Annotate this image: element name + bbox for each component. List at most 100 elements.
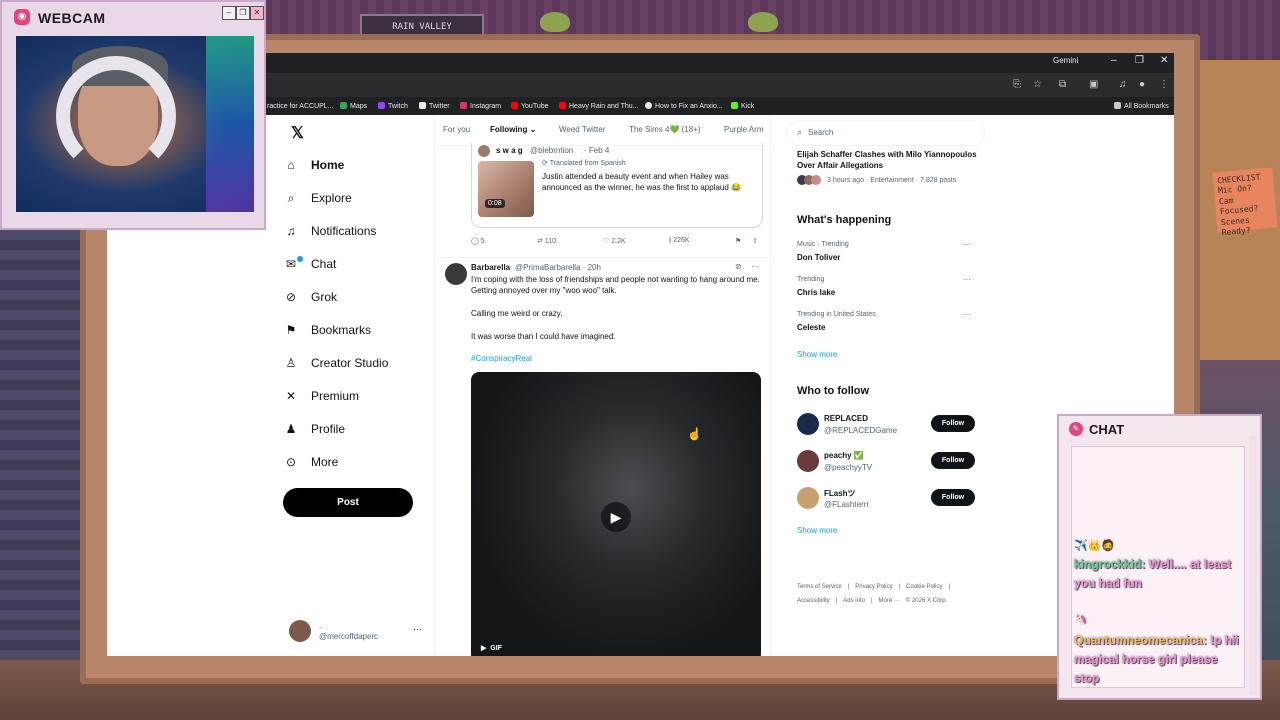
frog-figure (748, 12, 778, 32)
nav-profile[interactable]: ♟ Profile (283, 417, 345, 441)
author-name[interactable]: Barbarella (471, 263, 510, 272)
media-icon[interactable]: ♫ (1119, 79, 1127, 90)
post-date[interactable]: · Feb 4 (584, 146, 609, 155)
chat-icon: ✉ (283, 256, 303, 271)
reply-button[interactable]: ◯ 5 (471, 237, 485, 245)
bookmark[interactable]: ractice for ACCUPL... (267, 102, 334, 110)
share-icon[interactable]: ⇧ (752, 237, 758, 245)
tab-purple-arm[interactable]: Purple Arm (724, 125, 764, 134)
gemini-button[interactable]: Gemini (1053, 56, 1078, 65)
follow-button[interactable]: Follow (931, 415, 975, 432)
menu-icon[interactable]: ⋮ (1159, 79, 1169, 90)
bookmark[interactable]: Twitch (378, 102, 408, 110)
grok-icon[interactable]: ⊘ (735, 262, 742, 271)
bookmark[interactable]: Kick (731, 102, 754, 110)
footer-link[interactable]: Cookie Policy (906, 584, 942, 590)
more-options-icon[interactable]: ··· (413, 624, 422, 634)
footer-link[interactable]: Accessibility (797, 598, 830, 604)
footer-link[interactable]: Privacy Policy (855, 584, 892, 590)
tab-following[interactable]: Following ⌄ (490, 125, 536, 134)
chat-messages: ✈️👑🧔 kingrockkid: Well.... at least you … (1071, 446, 1245, 688)
nav-bookmarks[interactable]: ⚑ Bookmarks (283, 318, 371, 342)
nav-creator-studio[interactable]: ♙ Creator Studio (283, 351, 389, 375)
bookmark[interactable]: Maps (340, 102, 367, 110)
avatar[interactable] (797, 450, 819, 472)
nav-home[interactable]: ⌂ Home (283, 153, 344, 177)
video-thumbnail[interactable] (478, 161, 534, 217)
tab-sims[interactable]: The Sims 4💚 (18+) (629, 125, 701, 134)
star-icon[interactable]: ☆ (1033, 79, 1042, 90)
footer-separator: | (847, 584, 850, 590)
all-bookmarks[interactable]: All Bookmarks (1114, 102, 1169, 110)
footer-link[interactable]: Terms of Service (797, 584, 842, 590)
views-icon: ⫾ (669, 237, 672, 244)
avatar[interactable] (445, 263, 467, 285)
more-options-icon[interactable]: ··· (963, 275, 971, 284)
more-options-icon[interactable]: ··· (963, 310, 971, 319)
hashtag-link[interactable]: #ConspiracyReal (471, 354, 532, 363)
minimize-icon[interactable]: – (1111, 55, 1117, 66)
bookmark[interactable]: YouTube (511, 102, 549, 110)
trend-item[interactable]: Celeste (797, 323, 825, 332)
bookmark[interactable]: How to Fix an Anxio... (645, 102, 723, 110)
follow-button[interactable]: Follow (931, 489, 975, 506)
home-icon: ⌂ (287, 158, 295, 172)
nav-label: Creator Studio (311, 356, 389, 370)
video-player[interactable]: ▶ ☝ ▶ GIF (471, 372, 761, 656)
more-icon: ⊙ (285, 455, 297, 469)
nav-premium[interactable]: ✕ Premium (283, 384, 359, 408)
nav-label: Chat (311, 257, 337, 271)
repost-button[interactable]: ⇄ 110 (537, 237, 556, 245)
views-button[interactable]: ⫾ 226K (669, 237, 690, 245)
follow-button[interactable]: Follow (931, 452, 975, 469)
close-icon[interactable]: ✕ (1160, 55, 1168, 66)
tab-label: Following (490, 125, 528, 134)
bookmark-icon[interactable]: ⚑ (735, 237, 741, 245)
avatar[interactable] (797, 413, 819, 435)
author-handle[interactable]: @blebrntion (530, 146, 573, 155)
follow-handle: @FLashterrr (824, 500, 870, 509)
nav-grok[interactable]: ⊘ Grok (283, 285, 337, 309)
chevron-down-icon: ⌄ (529, 125, 537, 134)
footer-link[interactable]: Ads info (843, 598, 865, 604)
show-more-link[interactable]: Show more (797, 350, 837, 359)
show-more-link[interactable]: Show more (797, 526, 837, 535)
follow-name[interactable]: FLashツ (824, 488, 856, 499)
author-handle[interactable]: @PrimaBarbarella · 20h (515, 263, 601, 272)
headphones-icon (56, 56, 176, 176)
tab-search-icon[interactable]: ▣ (1089, 79, 1098, 90)
post[interactable]: Barbarella @PrimaBarbarella · 20h ⊘ ··· … (435, 258, 770, 656)
follow-name[interactable]: REPLACED (824, 414, 868, 423)
more-options-icon[interactable]: ··· (963, 240, 971, 249)
nav-more[interactable]: ⊙ More (283, 450, 338, 474)
like-button[interactable]: ♡ 2.2K (603, 237, 626, 245)
x-logo-icon[interactable]: 𝕏 (291, 123, 304, 143)
tab-for-you[interactable]: For you (443, 125, 470, 134)
bookmark[interactable]: Heavy Rain and Thu... (559, 102, 639, 110)
bookmark[interactable]: Twitter (419, 102, 450, 110)
trend-item[interactable]: Chris lake (797, 288, 835, 297)
account-switcher[interactable]: . @mercoffdaperc ··· (289, 617, 429, 645)
author-name[interactable]: s w a g (496, 146, 523, 155)
profile-icon[interactable]: ● (1139, 79, 1145, 90)
browser-titlebar: Gemini – ❐ ✕ (107, 53, 1174, 73)
play-icon[interactable]: ▶ (601, 502, 631, 532)
nav-chat[interactable]: ✉ Chat (283, 252, 336, 276)
footer-link[interactable]: More ··· (879, 598, 900, 604)
maximize-icon[interactable]: ❐ (1135, 55, 1144, 66)
nav-notifications[interactable]: ♫ Notifications (283, 219, 377, 243)
trend-item[interactable]: Don Toliver (797, 253, 840, 262)
search-input[interactable]: ⌕ Search (787, 120, 985, 146)
post-button[interactable]: Post (283, 488, 413, 517)
follow-name[interactable]: peachy ✅ (824, 451, 864, 460)
extensions-icon[interactable]: ⧉ (1059, 79, 1066, 90)
tab-weed-twitter[interactable]: Weed Twitter (559, 125, 605, 134)
more-options-icon[interactable]: ··· (751, 262, 759, 271)
webcam-feed (16, 36, 254, 212)
avatar[interactable] (797, 487, 819, 509)
install-icon[interactable]: ⎘ (1013, 79, 1021, 90)
nav-explore[interactable]: ⌕ Explore (283, 186, 352, 210)
bookmark[interactable]: Instagram (460, 102, 501, 110)
quoted-post[interactable]: s w a g @blebrntion · Feb 4 0:08 ⟳ Trans… (471, 143, 763, 228)
news-headline[interactable]: Elijah Schaffer Clashes with Milo Yianno… (797, 149, 977, 171)
